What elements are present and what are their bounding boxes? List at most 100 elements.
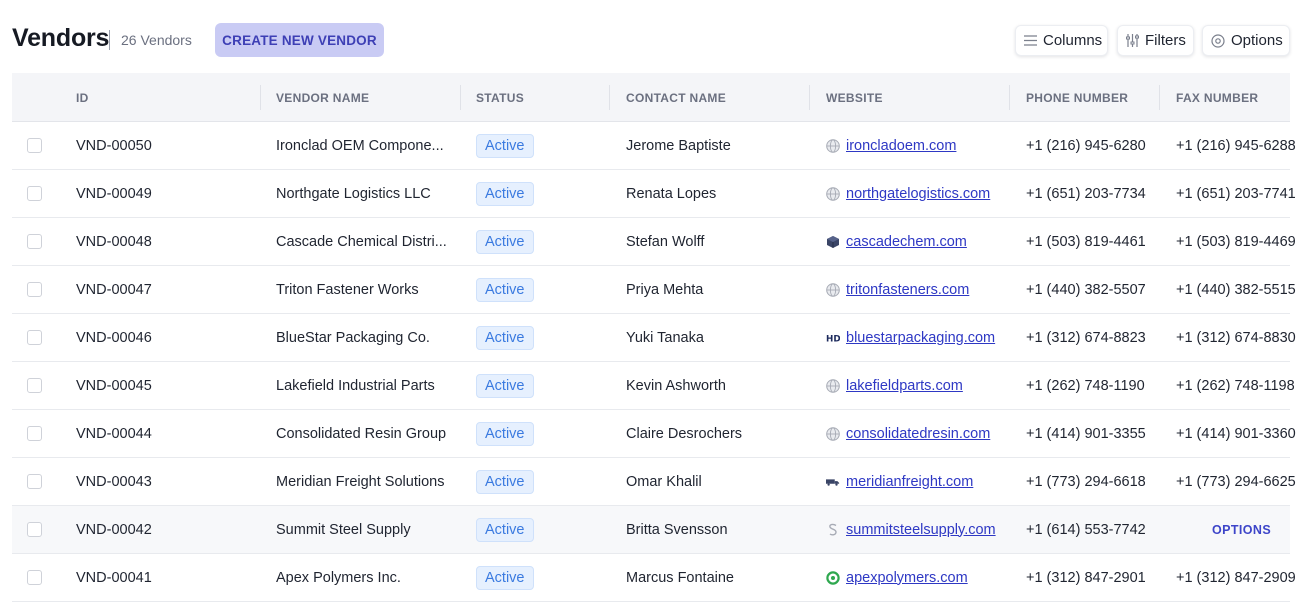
row-checkbox[interactable] xyxy=(27,330,42,345)
cell-vendor-name: Northgate Logistics LLC xyxy=(276,185,431,202)
cell-contact-name: Jerome Baptiste xyxy=(626,137,731,154)
title-divider xyxy=(109,30,110,50)
status-badge: Active xyxy=(476,373,534,398)
s-logo-icon xyxy=(826,523,840,537)
website-link[interactable]: bluestarpackaging.com xyxy=(846,330,995,346)
table-row[interactable]: VND-00047 Triton Fastener Works Active Priy… xyxy=(12,266,1296,314)
website-link[interactable]: summitsteelsupply.com xyxy=(846,522,996,538)
cell-id: VND-00046 xyxy=(76,329,152,346)
cell-website: consolidatedresin.com xyxy=(826,410,990,457)
row-checkbox[interactable] xyxy=(27,186,42,201)
row-checkbox[interactable] xyxy=(27,138,42,153)
status-badge: Active xyxy=(476,229,534,254)
website-link[interactable]: lakefieldparts.com xyxy=(846,378,963,394)
page-header: Vendors 26 Vendors CREATE NEW VENDOR Col… xyxy=(12,22,1290,58)
filters-button[interactable]: Filters xyxy=(1117,25,1194,56)
table-row[interactable]: VND-00043 Meridian Freight Solutions Activ… xyxy=(12,458,1296,506)
cell-vendor-name: Ironclad OEM Compone... xyxy=(276,137,444,154)
table-header: ID VENDOR NAME STATUS CONTACT NAME WEBSI… xyxy=(12,73,1290,122)
cell-phone: +1 (312) 847-2901 xyxy=(1026,569,1146,586)
cell-website: tritonfasteners.com xyxy=(826,266,969,313)
cell-contact-name: Renata Lopes xyxy=(626,185,717,202)
cell-id: VND-00041 xyxy=(76,569,152,586)
cell-phone: +1 (503) 819-4461 xyxy=(1026,233,1146,250)
cell-id: VND-00049 xyxy=(76,185,152,202)
cell-website: northgatelogistics.com xyxy=(826,170,990,217)
row-checkbox[interactable] xyxy=(27,282,42,297)
cell-phone: +1 (773) 294-6618 xyxy=(1026,473,1146,490)
table-row[interactable]: VND-00044 Consolidated Resin Group Active C… xyxy=(12,410,1296,458)
cell-website: apexpolymers.com xyxy=(826,554,968,601)
row-checkbox[interactable] xyxy=(27,522,42,537)
status-badge: Active xyxy=(476,133,534,158)
cell-contact-name: Omar Khalil xyxy=(626,473,702,490)
website-link[interactable]: northgatelogistics.com xyxy=(846,186,990,202)
status-badge: Active xyxy=(476,517,534,542)
options-button[interactable]: Options xyxy=(1202,25,1290,56)
row-checkbox[interactable] xyxy=(27,570,42,585)
table-row[interactable]: VND-00041 Apex Polymers Inc. Active Marcus … xyxy=(12,554,1296,602)
cell-fax: +1 (651) 203-7741 xyxy=(1176,185,1296,202)
cell-fax: +1 (414) 901-3360 xyxy=(1176,425,1296,442)
column-divider xyxy=(609,85,610,110)
table-row[interactable]: VND-00045 Lakefield Industrial Parts Activ… xyxy=(12,362,1295,410)
table-row[interactable]: VND-00042 Summit Steel Supply Active Britta… xyxy=(12,506,1290,554)
cell-contact-name: Yuki Tanaka xyxy=(626,329,704,346)
table-row[interactable]: VND-00050 Ironclad OEM Compone... Active Je… xyxy=(12,122,1296,170)
website-link[interactable]: apexpolymers.com xyxy=(846,570,968,586)
cell-website: lakefieldparts.com xyxy=(826,362,963,409)
cell-contact-name: Stefan Wolff xyxy=(626,233,705,250)
cell-fax: +1 (440) 382-5515 xyxy=(1176,281,1296,298)
column-header-phone-number[interactable]: PHONE NUMBER xyxy=(1026,73,1128,122)
cell-fax: +1 (503) 819-4469 xyxy=(1176,233,1296,250)
website-link[interactable]: meridianfreight.com xyxy=(846,474,973,490)
status-badge: Active xyxy=(476,277,534,302)
status-badge: Active xyxy=(476,421,534,446)
website-link[interactable]: cascadechem.com xyxy=(846,234,967,250)
row-options-link[interactable]: OPTIONS xyxy=(1212,506,1271,553)
cell-status: Active xyxy=(476,170,534,217)
cell-id: VND-00050 xyxy=(76,137,152,154)
website-link[interactable]: ironcladoem.com xyxy=(846,138,956,154)
cell-vendor-name: BlueStar Packaging Co. xyxy=(276,329,430,346)
cell-id: VND-00045 xyxy=(76,377,152,394)
table-row[interactable]: VND-00046 BlueStar Packaging Co. Active Yuk… xyxy=(12,314,1296,362)
row-checkbox[interactable] xyxy=(27,378,42,393)
cell-id: VND-00043 xyxy=(76,473,152,490)
table-row[interactable]: VND-00049 Northgate Logistics LLC Active Re… xyxy=(12,170,1296,218)
cell-fax: +1 (312) 847-2909 xyxy=(1176,569,1296,586)
cell-status: Active xyxy=(476,314,534,361)
options-link-label[interactable]: OPTIONS xyxy=(1212,523,1271,537)
cell-phone: +1 (614) 553-7742 xyxy=(1026,521,1146,538)
create-vendor-button[interactable]: CREATE NEW VENDOR xyxy=(215,23,384,57)
column-header-website[interactable]: WEBSITE xyxy=(826,73,883,122)
cell-vendor-name: Cascade Chemical Distri... xyxy=(276,233,447,250)
truck-logo-icon xyxy=(826,475,840,489)
green-ring-icon xyxy=(826,570,840,585)
column-header-fax-number[interactable]: FAX NUMBER xyxy=(1176,73,1258,122)
cell-id: VND-00047 xyxy=(76,281,152,298)
website-link[interactable]: consolidatedresin.com xyxy=(846,426,990,442)
cell-contact-name: Priya Mehta xyxy=(626,281,704,298)
row-checkbox[interactable] xyxy=(27,426,42,441)
column-header-id[interactable]: ID xyxy=(76,73,89,122)
column-divider xyxy=(1159,85,1160,110)
cell-phone: +1 (262) 748-1190 xyxy=(1026,377,1145,394)
vendor-count: 26 Vendors xyxy=(121,32,192,48)
row-checkbox[interactable] xyxy=(27,234,42,249)
cell-vendor-name: Apex Polymers Inc. xyxy=(276,569,401,586)
column-header-contact-name[interactable]: CONTACT NAME xyxy=(626,73,726,122)
cell-status: Active xyxy=(476,410,534,457)
cell-contact-name: Kevin Ashworth xyxy=(626,377,726,394)
cell-contact-name: Claire Desrochers xyxy=(626,425,743,442)
column-header-status[interactable]: STATUS xyxy=(476,73,524,122)
column-header-vendor-name[interactable]: VENDOR NAME xyxy=(276,73,369,122)
column-divider xyxy=(1009,85,1010,110)
website-link[interactable]: tritonfasteners.com xyxy=(846,282,969,298)
row-checkbox[interactable] xyxy=(27,474,42,489)
table-row[interactable]: VND-00048 Cascade Chemical Distri... Activ… xyxy=(12,218,1296,266)
globe-icon xyxy=(826,426,840,441)
columns-button[interactable]: Columns xyxy=(1015,25,1108,56)
cell-phone: +1 (414) 901-3355 xyxy=(1026,425,1146,442)
cell-status: Active xyxy=(476,218,534,265)
